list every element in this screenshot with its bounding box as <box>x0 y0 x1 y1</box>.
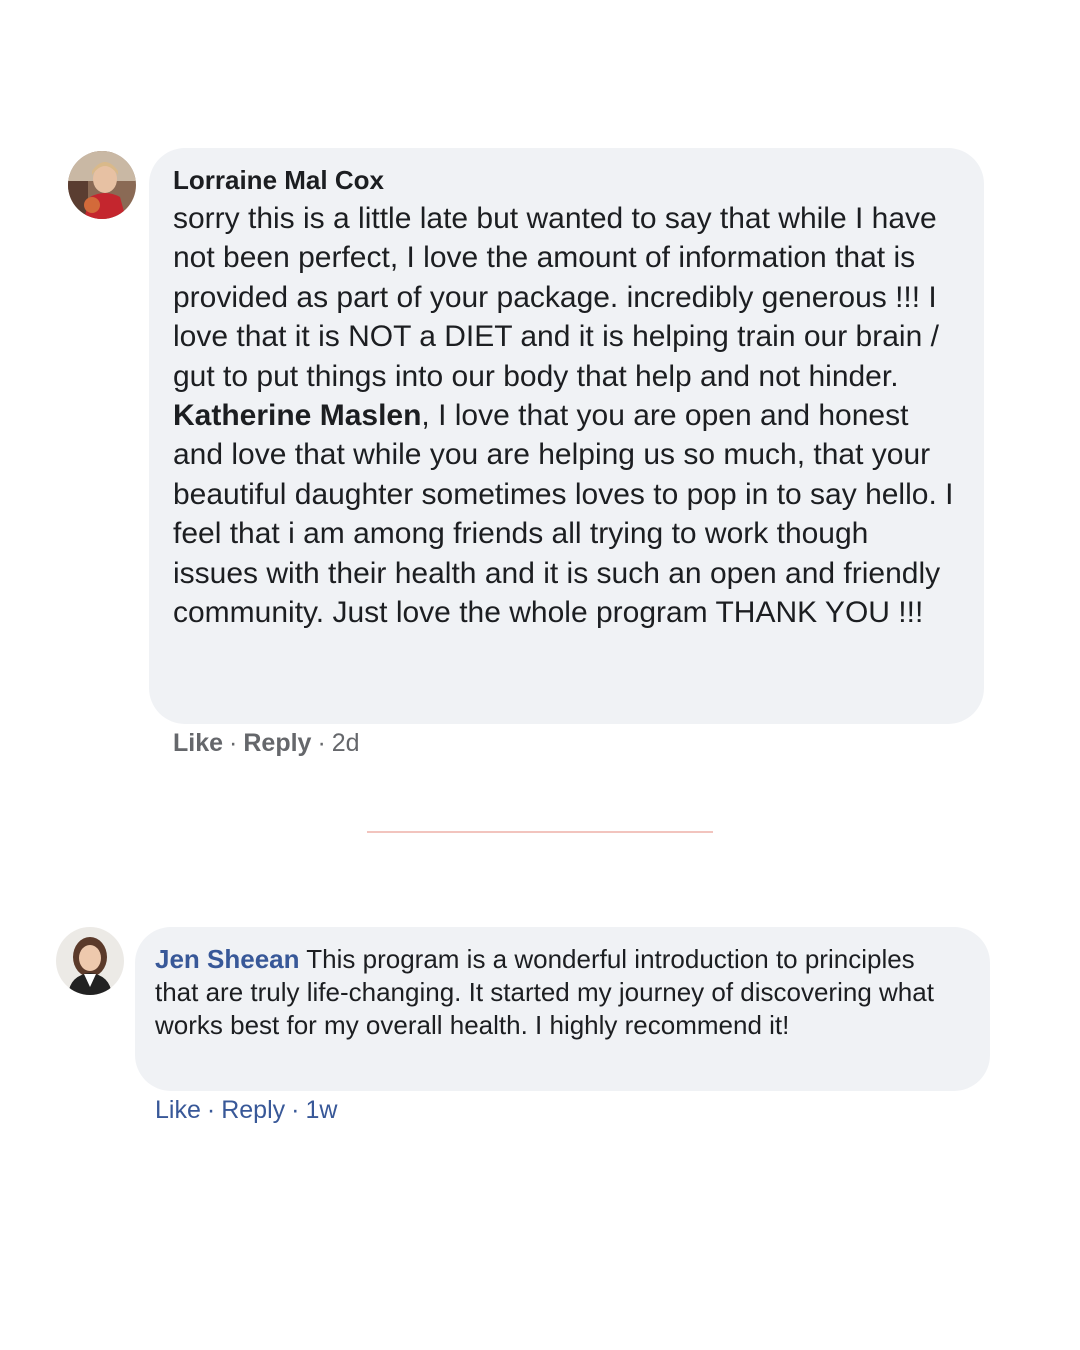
separator: · <box>206 1096 216 1124</box>
comment-bubble: Lorraine Mal Cox sorry this is a little … <box>149 148 984 724</box>
comment-text: Jen Sheean This program is a wonderful i… <box>155 943 956 1042</box>
avatar-lorraine[interactable] <box>68 151 136 219</box>
comment-text-part: sorry this is a little late but wanted t… <box>173 202 939 393</box>
comment-author[interactable]: Jen Sheean <box>155 944 300 974</box>
reply-button[interactable]: Reply <box>221 1096 285 1124</box>
mention-link[interactable]: Katherine Maslen <box>173 399 421 432</box>
avatar-jen[interactable] <box>56 927 124 995</box>
like-button[interactable]: Like <box>173 729 223 757</box>
comment-bubble: Jen Sheean This program is a wonderful i… <box>135 927 990 1091</box>
comment-actions: Like · Reply · 2d <box>173 727 360 759</box>
timestamp[interactable]: 2d <box>332 729 360 757</box>
separator: · <box>317 729 326 757</box>
comment-text-part: , I love that you are open and honest an… <box>173 399 954 630</box>
comment-text: sorry this is a little late but wanted t… <box>173 199 954 632</box>
separator: · <box>291 1096 300 1124</box>
timestamp[interactable]: 1w <box>305 1096 337 1124</box>
comment-actions: Like · Reply · 1w <box>155 1094 337 1126</box>
divider <box>367 831 713 833</box>
comment-author[interactable]: Lorraine Mal Cox <box>173 164 954 196</box>
separator: · <box>229 729 238 757</box>
like-button[interactable]: Like <box>155 1096 201 1124</box>
reply-button[interactable]: Reply <box>243 729 311 757</box>
